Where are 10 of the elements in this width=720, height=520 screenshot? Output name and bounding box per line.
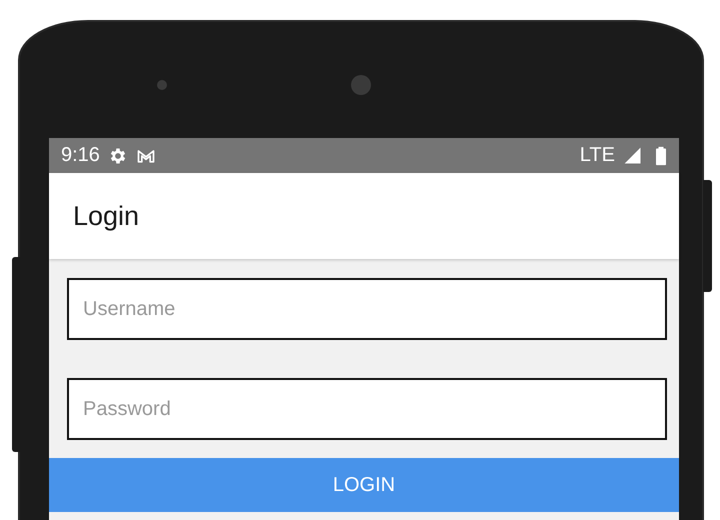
input-field[interactable]: Username [67,278,667,340]
login-button[interactable]: LOGIN [49,458,679,512]
sensor-icon [157,80,167,90]
battery-icon [655,146,667,166]
network-label: LTE [580,144,615,167]
signal-icon [623,146,643,166]
input-field[interactable]: Password [67,378,667,440]
app-title: Login [73,200,140,232]
camera-icon [351,75,371,95]
status-time: 9:16 [61,144,100,167]
